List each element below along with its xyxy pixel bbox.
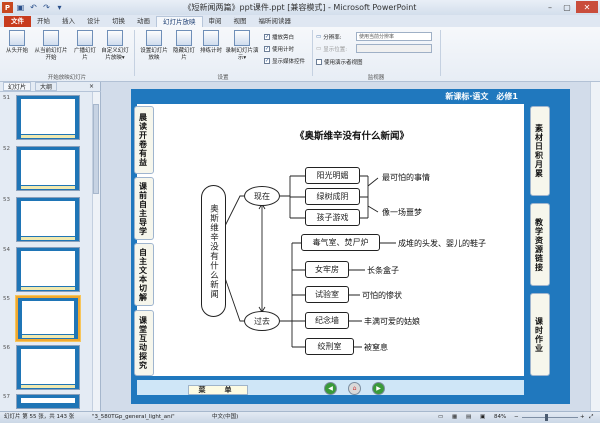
slide-show-icon[interactable]: ▣ xyxy=(480,412,485,423)
now-item-box: 孩子游戏 xyxy=(305,209,360,226)
zoom-level[interactable]: 84% xyxy=(494,412,506,423)
past-item-box: 女牢房 xyxy=(305,261,349,278)
node-past: 过去 xyxy=(244,311,280,331)
now-item-box: 阳光明媚 xyxy=(305,167,360,184)
past-item-box: 毒气室、焚尸炉 xyxy=(301,234,380,251)
now-result-text: 最可怕的事情 xyxy=(382,173,430,182)
reading-view-icon[interactable]: ▤ xyxy=(466,412,471,423)
past-result-text: 可怕的惨状 xyxy=(362,291,402,300)
zoom-in-icon[interactable]: + xyxy=(580,412,585,423)
normal-view-icon[interactable]: ▭ xyxy=(438,412,443,423)
past-result-text: 被窒息 xyxy=(364,343,388,352)
zoom-slider-track[interactable] xyxy=(522,417,578,418)
connector-line xyxy=(280,242,305,348)
fit-to-window-icon[interactable]: ⤢ xyxy=(589,412,593,423)
past-item-box: 绞刑室 xyxy=(305,338,354,355)
theme-name: "3_580TGp_general_light_ani" xyxy=(92,414,175,420)
mind-map-connectors xyxy=(223,175,396,348)
root-node: 奥斯维辛没有什么新闻 xyxy=(201,185,226,317)
connector-line xyxy=(223,195,244,229)
connector-line xyxy=(280,175,305,219)
past-item-box: 纪念墙 xyxy=(305,312,349,329)
zoom-out-icon[interactable]: − xyxy=(514,412,519,423)
past-result-text: 丰满可爱的姑娘 xyxy=(364,317,420,326)
status-bar: 幻灯片 第 55 张，共 143 张 "3_580TGp_general_lig… xyxy=(0,411,600,423)
language[interactable]: 中文(中国) xyxy=(212,412,238,423)
node-now: 现在 xyxy=(244,186,280,206)
zoom-slider-handle[interactable] xyxy=(544,414,548,421)
past-item-box: 试验室 xyxy=(305,286,349,303)
past-result-text: 成堆的头发、婴儿的鞋子 xyxy=(398,239,486,248)
slide-position: 幻灯片 第 55 张，共 143 张 xyxy=(4,414,75,420)
past-result-text: 长条盒子 xyxy=(367,266,399,275)
connector-line xyxy=(360,175,379,219)
now-result-text: 像一场噩梦 xyxy=(382,208,422,217)
slide-sorter-icon[interactable]: ▦ xyxy=(452,412,457,423)
now-item-box: 绿树成阴 xyxy=(305,188,360,205)
connector-line xyxy=(223,274,244,322)
